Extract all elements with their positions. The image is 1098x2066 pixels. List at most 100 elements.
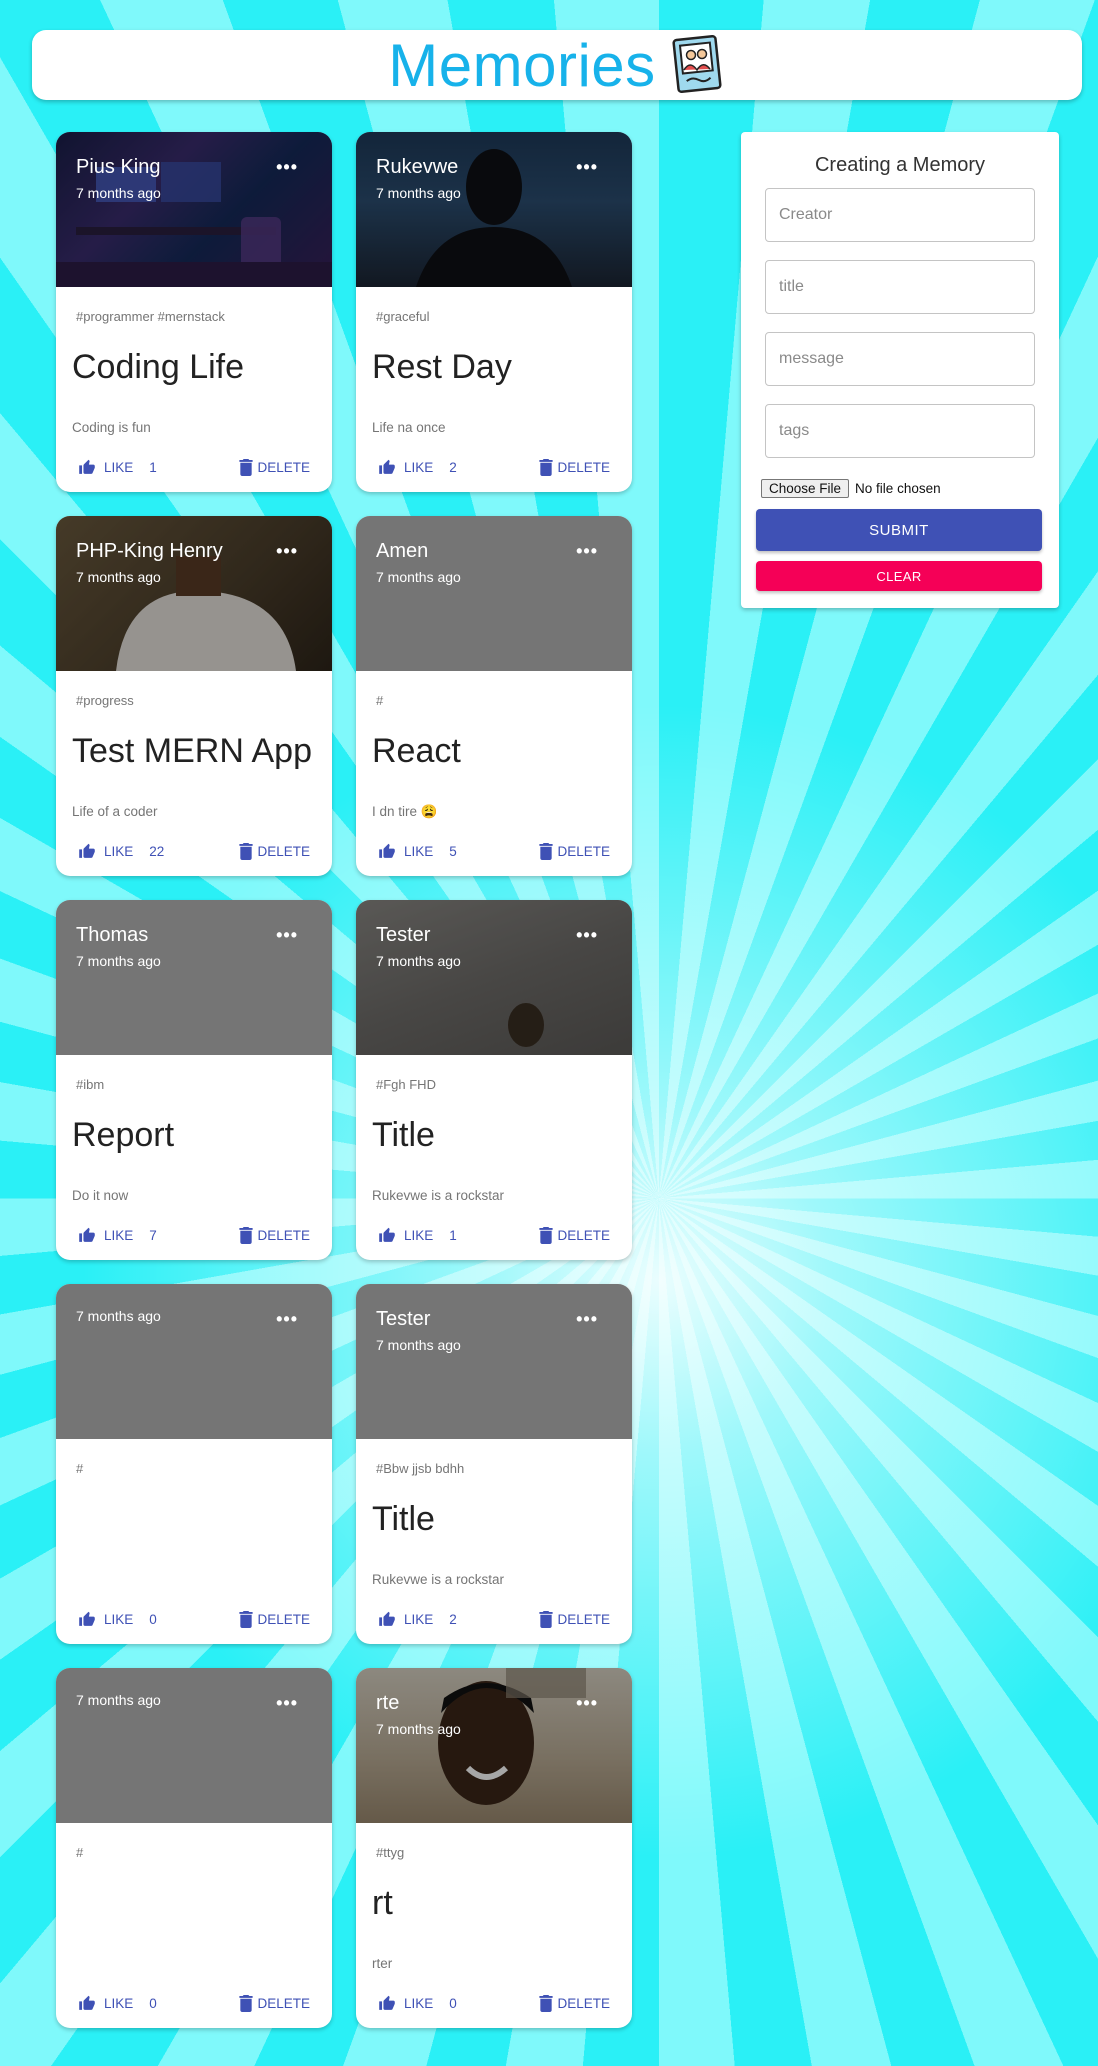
card-title: Title	[372, 1116, 435, 1154]
card-message: Life na once	[372, 420, 446, 435]
more-options-icon[interactable]: •••	[276, 1694, 298, 1712]
like-button[interactable]: LIKE 0	[78, 1611, 157, 1628]
card-time: 7 months ago	[376, 1337, 461, 1353]
like-button[interactable]: LIKE 7	[78, 1227, 157, 1244]
like-button[interactable]: LIKE 2	[378, 1611, 457, 1628]
trash-icon	[539, 1227, 554, 1244]
like-count: 2	[449, 1612, 457, 1627]
delete-button[interactable]: DELETE	[539, 843, 610, 860]
thumb-up-icon	[78, 459, 96, 476]
like-button[interactable]: LIKE 0	[78, 1995, 157, 2012]
card-tags: #	[76, 1461, 84, 1476]
delete-button[interactable]: DELETE	[239, 1611, 310, 1628]
thumb-up-icon	[78, 1995, 96, 2012]
choose-file-button[interactable]: Choose File	[761, 479, 850, 498]
submit-button[interactable]: SUBMIT	[756, 509, 1042, 551]
card-tags: #progress	[76, 693, 134, 708]
like-button[interactable]: LIKE 1	[78, 459, 157, 476]
like-button[interactable]: LIKE 2	[378, 459, 457, 476]
tags-field	[765, 404, 1035, 458]
like-count: 0	[149, 1996, 157, 2011]
creator-field	[765, 188, 1035, 242]
card-time: 7 months ago	[376, 953, 461, 969]
delete-button[interactable]: DELETE	[539, 1995, 610, 2012]
more-options-icon[interactable]: •••	[576, 158, 598, 176]
like-label: LIKE	[404, 1228, 434, 1243]
card-message: Life of a coder	[72, 804, 158, 819]
app-bar: Memories	[32, 30, 1082, 100]
more-options-icon[interactable]: •••	[276, 1310, 298, 1328]
like-label: LIKE	[104, 1996, 134, 2011]
memory-card: rte 7 months ago ••• #ttyg rt rter LIKE …	[356, 1668, 632, 2028]
clear-button[interactable]: CLEAR	[756, 561, 1042, 591]
card-creator: Tester	[376, 924, 431, 946]
memory-card: 7 months ago ••• # LIKE 0 DELETE	[56, 1668, 332, 2028]
create-memory-form: Creating a Memory Choose File No file ch…	[741, 132, 1059, 608]
card-title: React	[372, 732, 461, 770]
more-options-icon[interactable]: •••	[276, 158, 298, 176]
more-options-icon[interactable]: •••	[276, 542, 298, 560]
card-tags: #ttyg	[376, 1845, 405, 1860]
delete-label: DELETE	[557, 460, 610, 475]
like-button[interactable]: LIKE 22	[78, 843, 164, 860]
card-time: 7 months ago	[376, 569, 461, 585]
card-tags: #Fgh FHD	[376, 1077, 436, 1092]
delete-label: DELETE	[257, 460, 310, 475]
card-title: Report	[72, 1116, 175, 1154]
trash-icon	[239, 459, 254, 476]
trash-icon	[539, 1995, 554, 2012]
more-options-icon[interactable]: •••	[576, 1694, 598, 1712]
title-input[interactable]	[766, 261, 1034, 313]
thumb-up-icon	[378, 1611, 396, 1628]
more-options-icon[interactable]: •••	[276, 926, 298, 944]
file-status: No file chosen	[855, 481, 941, 496]
form-title: Creating a Memory	[814, 154, 986, 176]
card-tags: #	[76, 1845, 84, 1860]
memory-card: Pius King 7 months ago ••• #programmer #…	[56, 132, 332, 492]
delete-button[interactable]: DELETE	[539, 459, 610, 476]
app-title: Memories	[388, 31, 656, 99]
card-time: 7 months ago	[76, 1692, 161, 1708]
delete-button[interactable]: DELETE	[539, 1611, 610, 1628]
like-label: LIKE	[104, 1612, 134, 1627]
memory-card: Rukevwe 7 months ago ••• #graceful Rest …	[356, 132, 632, 492]
like-button[interactable]: LIKE 5	[378, 843, 457, 860]
creator-input[interactable]	[766, 189, 1034, 241]
delete-label: DELETE	[557, 1612, 610, 1627]
like-label: LIKE	[404, 1996, 434, 2011]
delete-button[interactable]: DELETE	[239, 1227, 310, 1244]
trash-icon	[539, 459, 554, 476]
like-count: 1	[449, 1228, 457, 1243]
card-creator: Amen	[376, 540, 429, 562]
memory-card: PHP-King Henry 7 months ago ••• #progres…	[56, 516, 332, 876]
delete-button[interactable]: DELETE	[239, 843, 310, 860]
card-tags: #programmer #mernstack	[76, 309, 225, 324]
message-input[interactable]	[766, 333, 1034, 385]
card-creator: PHP-King Henry	[76, 540, 223, 562]
message-field	[765, 332, 1035, 386]
like-button[interactable]: LIKE 1	[378, 1227, 457, 1244]
delete-label: DELETE	[557, 1996, 610, 2011]
more-options-icon[interactable]: •••	[576, 542, 598, 560]
more-options-icon[interactable]: •••	[576, 1310, 598, 1328]
like-label: LIKE	[104, 460, 134, 475]
like-button[interactable]: LIKE 0	[378, 1995, 457, 2012]
card-message: Rukevwe is a rockstar	[372, 1188, 505, 1203]
like-label: LIKE	[104, 844, 134, 859]
like-label: LIKE	[404, 844, 434, 859]
tags-input[interactable]	[766, 405, 1034, 457]
card-creator: rte	[376, 1692, 400, 1714]
delete-button[interactable]: DELETE	[539, 1227, 610, 1244]
thumb-up-icon	[378, 1995, 396, 2012]
like-count: 0	[149, 1612, 157, 1627]
card-time: 7 months ago	[376, 1721, 461, 1737]
card-title: rt	[372, 1884, 393, 1922]
delete-button[interactable]: DELETE	[239, 459, 310, 476]
more-options-icon[interactable]: •••	[576, 926, 598, 944]
card-title: Coding Life	[72, 348, 245, 386]
like-count: 22	[149, 844, 165, 859]
delete-button[interactable]: DELETE	[239, 1995, 310, 2012]
like-count: 1	[149, 460, 157, 475]
like-count: 5	[449, 844, 457, 859]
delete-label: DELETE	[257, 1996, 310, 2011]
